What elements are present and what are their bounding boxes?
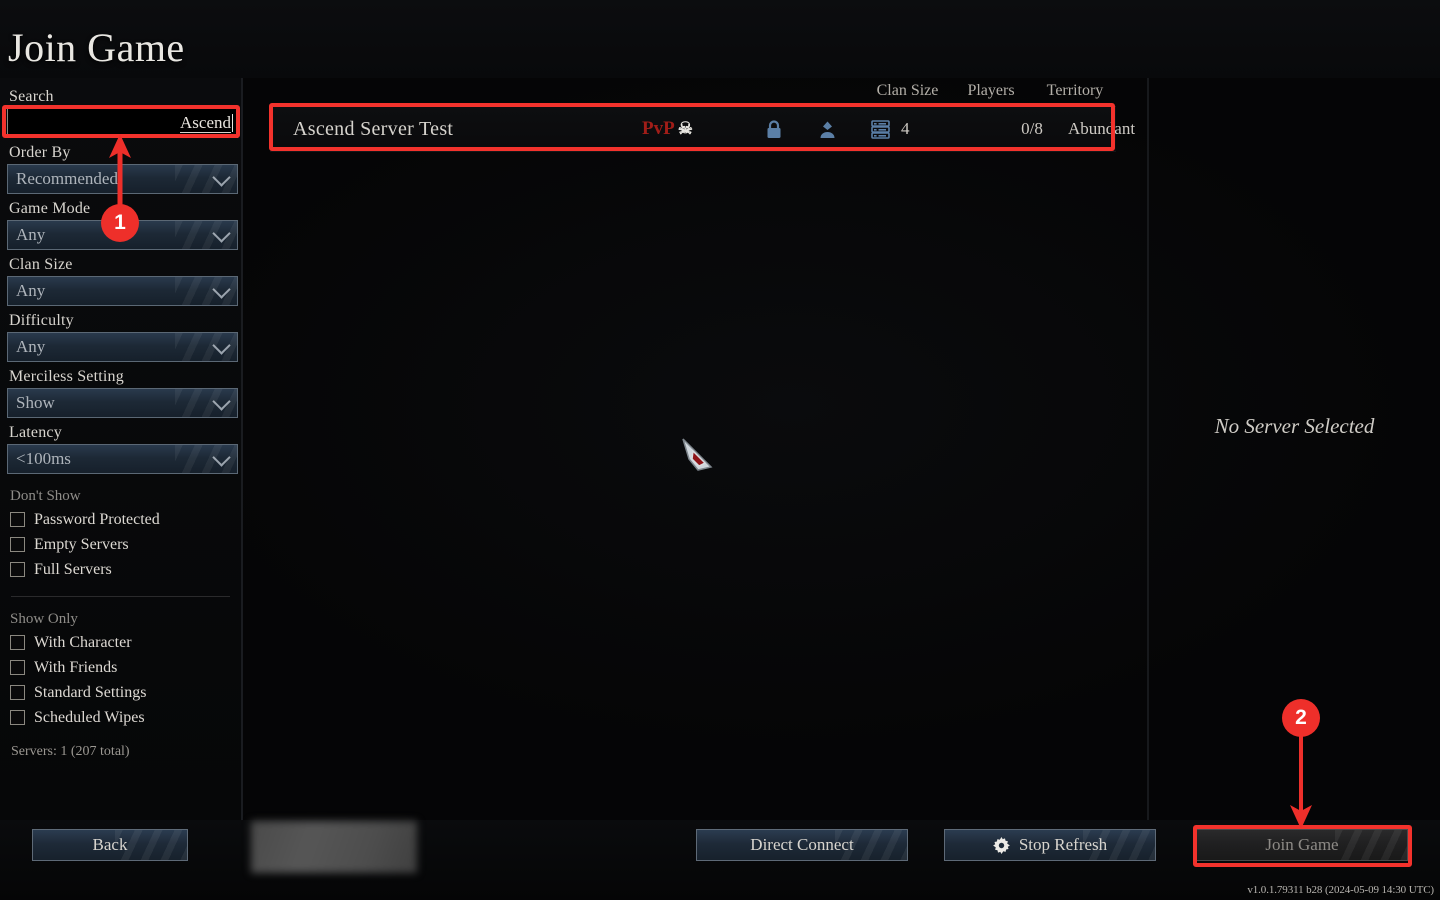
- checkbox-icon: [10, 562, 25, 577]
- checkbox-icon: [10, 660, 25, 675]
- order-by-select[interactable]: Recommended: [7, 164, 238, 194]
- filters-sidebar: Search Ascend Order By Recommended Game …: [0, 78, 243, 820]
- checkbox-scheduled-wipes[interactable]: Scheduled Wipes: [10, 705, 235, 730]
- stop-refresh-label: Stop Refresh: [1018, 835, 1108, 854]
- annotation-marker-2: 2: [1282, 699, 1320, 737]
- difficulty-value: Any: [16, 337, 46, 356]
- server-list-area: Clan Size Players Territory Ascend Serve…: [245, 78, 1145, 820]
- checkbox-empty-servers[interactable]: Empty Servers: [10, 532, 235, 557]
- checkbox-label: Password Protected: [34, 510, 160, 528]
- back-button-label: Back: [92, 835, 128, 854]
- checkbox-label: Standard Settings: [34, 683, 147, 701]
- checkbox-label: Empty Servers: [34, 535, 129, 553]
- chevron-down-icon: [212, 392, 231, 411]
- order-by-label: Order By: [9, 144, 71, 161]
- annotation-marker-1: 1: [101, 204, 139, 242]
- join-game-screen: Join Game Search Ascend Order By Recomme…: [0, 0, 1440, 900]
- merciless-setting-label: Merciless Setting: [9, 368, 124, 385]
- pvp-label: PvP: [642, 118, 675, 139]
- cell-clan-size: 4: [901, 119, 910, 138]
- server-name: Ascend Server Test: [293, 117, 454, 140]
- merciless-setting-select[interactable]: Show: [7, 388, 238, 418]
- checkbox-with-friends[interactable]: With Friends: [10, 655, 235, 680]
- checkbox-with-character[interactable]: With Character: [10, 630, 235, 655]
- skull-icon: ☠: [677, 119, 693, 138]
- show-only-heading: Show Only: [10, 611, 78, 627]
- checkbox-password-protected[interactable]: Password Protected: [10, 507, 235, 532]
- sidebar-divider: [11, 596, 230, 597]
- cell-players: 0/8: [1021, 119, 1043, 138]
- checkbox-label: With Character: [34, 633, 132, 651]
- latency-value: <100ms: [16, 449, 71, 468]
- no-server-selected-text: No Server Selected: [1214, 414, 1375, 438]
- chevron-down-icon: [212, 168, 231, 187]
- clan-size-label: Clan Size: [9, 256, 73, 273]
- gear-icon: [992, 836, 1010, 854]
- clan-size-select[interactable]: Any: [7, 276, 238, 306]
- column-header-players: Players: [967, 82, 1015, 99]
- direct-connect-label: Direct Connect: [750, 835, 854, 854]
- dont-show-heading: Don't Show: [10, 488, 81, 504]
- person-icon: [819, 120, 836, 139]
- checkbox-label: With Friends: [34, 658, 118, 676]
- difficulty-select[interactable]: Any: [7, 332, 238, 362]
- join-game-button[interactable]: Join Game: [1196, 829, 1408, 861]
- chevron-down-icon: [212, 448, 231, 467]
- latency-label: Latency: [9, 424, 62, 441]
- back-button[interactable]: Back: [32, 829, 188, 861]
- checkbox-label: Full Servers: [34, 560, 112, 578]
- merciless-setting-value: Show: [16, 393, 55, 412]
- server-count-text: Servers: 1 (207 total): [11, 744, 130, 759]
- checkbox-full-servers[interactable]: Full Servers: [10, 557, 235, 582]
- redacted-username-box: [251, 821, 417, 873]
- checkbox-standard-settings[interactable]: Standard Settings: [10, 680, 235, 705]
- header-bar: Join Game: [0, 0, 1440, 78]
- search-input[interactable]: Ascend: [7, 108, 238, 138]
- bottom-toolbar: Back Direct Connect Stop Refresh Join Ga…: [0, 820, 1440, 900]
- chevron-down-icon: [212, 336, 231, 355]
- search-label: Search: [9, 88, 54, 105]
- order-by-value: Recommended: [16, 169, 118, 188]
- checkbox-icon: [10, 512, 25, 527]
- pvp-badge: PvP ☠: [642, 118, 693, 140]
- table-row[interactable]: Ascend Server Test PvP ☠ 4 0/8 Abundant: [270, 106, 1135, 152]
- search-input-value: Ascend: [180, 113, 231, 133]
- server-rack-icon: [871, 119, 890, 139]
- checkbox-icon: [10, 635, 25, 650]
- text-caret: [232, 114, 233, 132]
- latency-select[interactable]: <100ms: [7, 444, 238, 474]
- column-header-clan-size: Clan Size: [876, 82, 939, 99]
- checkbox-icon: [10, 710, 25, 725]
- chevron-down-icon: [212, 280, 231, 299]
- checkbox-icon: [10, 537, 25, 552]
- game-mode-value: Any: [16, 225, 46, 244]
- page-title: Join Game: [8, 25, 185, 70]
- stop-refresh-button[interactable]: Stop Refresh: [944, 829, 1156, 861]
- version-text: v1.0.1.79311 b28 (2024-05-09 14:30 UTC): [1247, 884, 1434, 896]
- join-game-label: Join Game: [1265, 835, 1339, 854]
- clan-size-value: Any: [16, 281, 46, 300]
- chevron-down-icon: [212, 224, 231, 243]
- difficulty-label: Difficulty: [9, 312, 74, 329]
- direct-connect-button[interactable]: Direct Connect: [696, 829, 908, 861]
- checkbox-icon: [10, 685, 25, 700]
- lock-icon: [766, 119, 782, 139]
- checkbox-label: Scheduled Wipes: [34, 708, 145, 726]
- server-list-column-headers: Clan Size Players Territory: [860, 82, 1123, 100]
- column-header-territory: Territory: [1046, 82, 1104, 99]
